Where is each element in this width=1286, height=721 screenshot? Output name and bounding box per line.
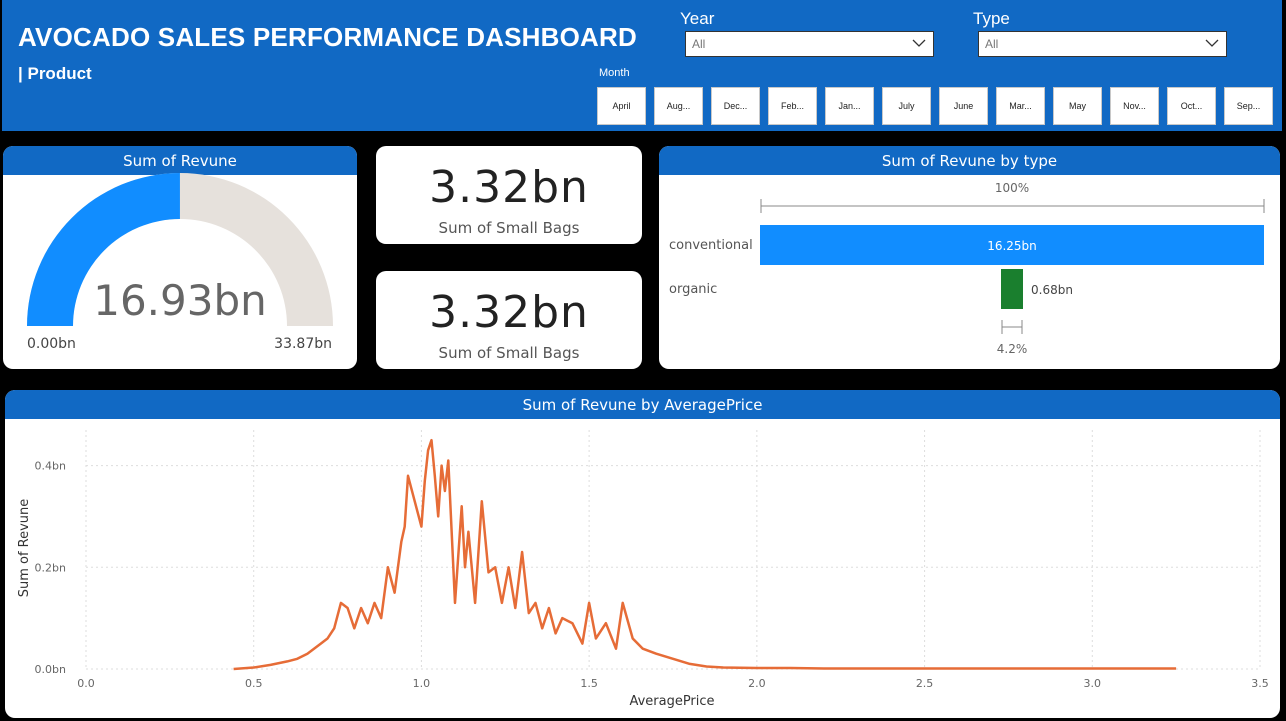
x-tick-label: 0.0 — [77, 677, 95, 690]
month-button-feb[interactable]: Feb... — [768, 87, 817, 125]
x-tick-label: 1.5 — [580, 677, 598, 690]
top-percent-label: 100% — [995, 181, 1029, 195]
dashboard-title: AVOCADO SALES PERFORMANCE DASHBOARD — [18, 22, 637, 52]
series-line — [233, 438, 1177, 671]
revenue-by-type-chart: 100% conventional 16.25bn organic 0.68bn… — [669, 181, 1265, 356]
month-button-sep[interactable]: Sep... — [1224, 87, 1273, 125]
type-filter-label: Type — [973, 9, 1010, 28]
kpi-card-small-bags-2: 3.32bn Sum of Small Bags — [376, 271, 642, 369]
chevron-down-icon — [912, 39, 926, 47]
type-dropdown[interactable]: All — [978, 31, 1227, 57]
month-button-april[interactable]: April — [597, 87, 646, 125]
kpi-label: Sum of Small Bags — [438, 219, 580, 237]
month-button-may[interactable]: May — [1053, 87, 1102, 125]
category-label-conventional: conventional — [669, 238, 753, 253]
x-tick-label: 1.0 — [413, 677, 431, 690]
month-button-jan[interactable]: Jan... — [825, 87, 874, 125]
month-button-nov[interactable]: Nov... — [1110, 87, 1159, 125]
month-button-oct[interactable]: Oct... — [1167, 87, 1216, 125]
x-axis-title: AveragePrice — [629, 694, 714, 709]
year-filter-label: Year — [680, 9, 715, 28]
month-button-june[interactable]: June — [939, 87, 988, 125]
x-tick-label: 3.0 — [1084, 677, 1102, 690]
kpi-card-small-bags-1: 3.32bn Sum of Small Bags — [376, 146, 642, 244]
revenue-by-price-chart: 0.0 0.5 1.0 1.5 2.0 2.5 3.0 3.50.0bn0.2bn0.4bn … — [17, 430, 1269, 709]
gauge-value-label: 16.93bn — [93, 276, 267, 325]
x-tick-label: 2.5 — [916, 677, 934, 690]
gauge-chart: 16.93bn 0.00bn 33.87bn — [27, 173, 333, 352]
year-dropdown[interactable]: All — [685, 31, 934, 57]
revenue-by-price-card: Sum of Revune by AveragePrice 0.0 0.5 1.0 1… — [5, 390, 1280, 718]
type-dropdown-value: All — [985, 37, 999, 51]
y-tick-label: 0.4bn — [35, 460, 66, 473]
y-axis-title: Sum of Revune — [17, 499, 32, 598]
month-button-aug[interactable]: Aug... — [654, 87, 703, 125]
month-button-mar[interactable]: Mar... — [996, 87, 1045, 125]
kpi-value: 3.32bn — [429, 162, 589, 213]
month-button-dec[interactable]: Dec... — [711, 87, 760, 125]
chevron-down-icon — [1205, 39, 1219, 47]
gauge-max-label: 33.87bn — [274, 336, 332, 352]
y-tick-label: 0.0bn — [35, 663, 66, 676]
kpi-value: 3.32bn — [429, 287, 589, 338]
x-tick-label: 2.0 — [748, 677, 766, 690]
bar-conventional-value: 16.25bn — [987, 239, 1037, 253]
year-dropdown-value: All — [692, 37, 706, 51]
kpi-label: Sum of Small Bags — [438, 344, 580, 362]
gauge-min-label: 0.00bn — [27, 336, 76, 352]
revenue-by-type-card: Sum of Revune by type 100% conventional … — [659, 146, 1280, 369]
x-tick-label: 3.5 — [1251, 677, 1269, 690]
bottom-percent-label: 4.2% — [997, 342, 1028, 356]
dashboard-subtitle: | Product — [18, 64, 92, 83]
bar-organic — [1001, 269, 1023, 309]
x-tick-label: 0.5 — [245, 677, 263, 690]
category-label-organic: organic — [669, 282, 717, 297]
y-tick-label: 0.2bn — [35, 561, 66, 574]
bar-organic-value: 0.68bn — [1031, 283, 1073, 297]
month-slicer-label: Month — [599, 67, 630, 79]
month-button-july[interactable]: July — [882, 87, 931, 125]
header-banner: AVOCADO SALES PERFORMANCE DASHBOARD | Pr… — [2, 0, 1282, 131]
gauge-card: Sum of Revune 16.93bn 0.00bn 33.87bn — [3, 146, 357, 369]
